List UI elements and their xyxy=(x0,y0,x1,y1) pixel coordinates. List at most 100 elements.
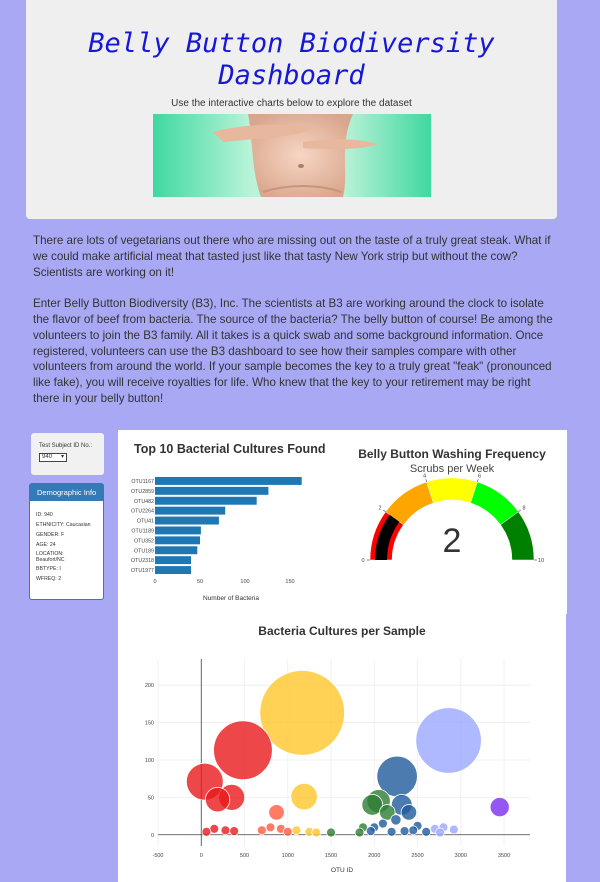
bubble-chart-panel: Bacteria Cultures per Sample OTU ID 0 50 1… xyxy=(118,614,566,882)
gauge-tick-label: 8 xyxy=(522,506,525,512)
gauge-chart[interactable]: Belly Button Washing Frequency Scrubs pe… xyxy=(348,430,567,614)
bar-y-tick-label: OTU2859 xyxy=(131,489,154,495)
bar-y-tick-label: OTU2264 xyxy=(131,509,154,515)
demo-gender: GENDER: F xyxy=(36,532,65,538)
bar-otu1977 xyxy=(155,566,191,575)
bubble-point xyxy=(400,804,418,821)
bubble-x-tick-label: 2500 xyxy=(411,853,423,859)
bubble-point xyxy=(489,797,510,818)
demographic-title: Demographic Info xyxy=(30,484,103,501)
bar-otu482 xyxy=(155,496,257,505)
demo-ethnicity: ETHNICITY: Caucasian xyxy=(36,522,91,528)
bubble-point xyxy=(229,826,240,836)
bubble-chart-xlabel: OTU ID xyxy=(331,867,353,874)
top-charts-panel: Top 10 Bacterial Cultures Found Number o… xyxy=(118,430,567,614)
bubble-point xyxy=(311,827,322,838)
gauge-tick xyxy=(383,509,386,513)
intro-paragraph-1: There are lots of vegetarians out there … xyxy=(33,234,551,279)
bar-otu2264 xyxy=(155,506,226,515)
bubble-point xyxy=(204,787,231,813)
bubble-point xyxy=(213,720,273,781)
bubble-point xyxy=(378,818,388,829)
bubble-point xyxy=(259,670,345,756)
bubble-x-tick-label: 3000 xyxy=(455,853,467,859)
demo-id: ID: 940 xyxy=(36,512,53,518)
intro-text: There are lots of vegetarians out there … xyxy=(33,233,553,423)
gauge-tick-label: 2 xyxy=(378,506,381,512)
bubble-point xyxy=(386,826,397,837)
bubble-y-tick-label: 150 xyxy=(145,721,154,727)
bar-chart[interactable]: Top 10 Bacterial Cultures Found Number o… xyxy=(118,430,348,614)
bubble-x-tick-label: 500 xyxy=(240,853,249,859)
bubble-point xyxy=(421,826,432,837)
page-subtitle: Use the interactive charts below to expl… xyxy=(171,98,412,109)
bubble-point xyxy=(365,826,376,836)
bar-y-tick-label: OTU1977 xyxy=(131,568,154,574)
gauge-tick-label: 4 xyxy=(423,473,426,479)
bar-y-tick-label: OTU2318 xyxy=(131,558,154,564)
bubble-point xyxy=(256,825,267,836)
bubble-y-tick-label: 50 xyxy=(148,795,154,801)
bar-y-tick-label: OTU482 xyxy=(134,499,154,505)
bubble-point xyxy=(435,827,445,838)
demo-wfreq: WFREQ: 2 xyxy=(36,575,62,582)
bubble-point xyxy=(291,825,302,836)
bubble-x-tick-label: 1500 xyxy=(325,853,337,859)
bubble-x-tick-label: 0 xyxy=(200,853,203,859)
bar-y-tick-label: OTU352 xyxy=(134,538,154,544)
gauge-step-2 xyxy=(426,477,478,504)
gauge-tick xyxy=(477,479,479,483)
subject-id-select[interactable]: 940 ▾ xyxy=(39,453,67,462)
gauge-title: Belly Button Washing Frequency xyxy=(358,447,546,461)
bar-x-tick-label: 0 xyxy=(153,579,156,585)
demo-location: LOCATION: Beaufort/NC xyxy=(36,551,65,563)
bar-y-tick-label: OTU1189 xyxy=(131,528,154,534)
gauge-tick-label: 6 xyxy=(478,473,481,479)
bubble-point xyxy=(282,826,293,837)
bubble-x-tick-label: 2000 xyxy=(368,853,380,859)
header-jumbotron: Belly Button Biodiversity Dashboard Use … xyxy=(26,0,557,219)
bar-otu352 xyxy=(155,536,200,545)
bar-x-tick-label: 50 xyxy=(197,579,203,585)
gauge-value: 2 xyxy=(443,522,462,560)
bar-otu2318 xyxy=(155,556,191,565)
bubble-point xyxy=(390,814,402,826)
page-title: Belly Button Biodiversity Dashboard xyxy=(88,28,495,91)
subject-id-value: 940 xyxy=(42,454,53,460)
demo-age: AGE: 24 xyxy=(36,542,56,548)
bubble-point xyxy=(354,827,365,838)
gauge-tick xyxy=(518,509,521,513)
subject-selector-panel: Test Subject ID No.: 940 ▾ xyxy=(31,433,104,475)
bar-y-tick-label: OTU41 xyxy=(137,519,154,525)
demographic-panel: Demographic Info ID: 940 ETHNICITY: Cauc… xyxy=(29,483,104,600)
gauge-tick xyxy=(425,479,427,483)
bubble-y-tick-label: 0 xyxy=(151,833,154,839)
bar-otu1167 xyxy=(155,476,302,485)
demo-bbtype: BBTYPE: I xyxy=(36,565,61,572)
chevron-down-icon: ▾ xyxy=(60,454,64,460)
bar-chart-xlabel: Number of Bacteria xyxy=(203,595,259,602)
bar-chart-title: Top 10 Bacterial Cultures Found xyxy=(134,442,325,456)
gauge-tick-label: 10 xyxy=(538,558,544,564)
demographic-info: ID: 940 ETHNICITY: Caucasian GENDER: F A… xyxy=(30,501,103,583)
bubble-point xyxy=(268,804,285,821)
bubble-chart[interactable]: Bacteria Cultures per Sample OTU ID 0 50 1… xyxy=(118,614,566,882)
bar-otu41 xyxy=(155,516,219,525)
bubble-chart-title: Bacteria Cultures per Sample xyxy=(258,624,426,638)
bar-otu2859 xyxy=(155,486,269,495)
intro-paragraph-2: Enter Belly Button Biodiversity (B3), In… xyxy=(33,297,553,405)
bubble-point xyxy=(399,826,410,836)
bar-otu1189 xyxy=(155,526,201,535)
subject-selector-label: Test Subject ID No.: xyxy=(39,443,93,449)
bar-y-tick-label: OTU189 xyxy=(134,548,154,554)
bubble-point xyxy=(290,782,318,811)
bubble-x-tick-label: 3500 xyxy=(498,853,510,859)
bar-otu189 xyxy=(155,546,198,555)
bar-x-tick-label: 100 xyxy=(240,579,249,585)
bubble-x-tick-label: 1000 xyxy=(282,853,294,859)
bubble-point xyxy=(408,825,419,836)
bubble-point xyxy=(201,826,212,837)
bubble-point xyxy=(326,827,336,838)
bubble-point xyxy=(448,824,459,835)
bubble-x-tick-label: -500 xyxy=(152,853,163,859)
